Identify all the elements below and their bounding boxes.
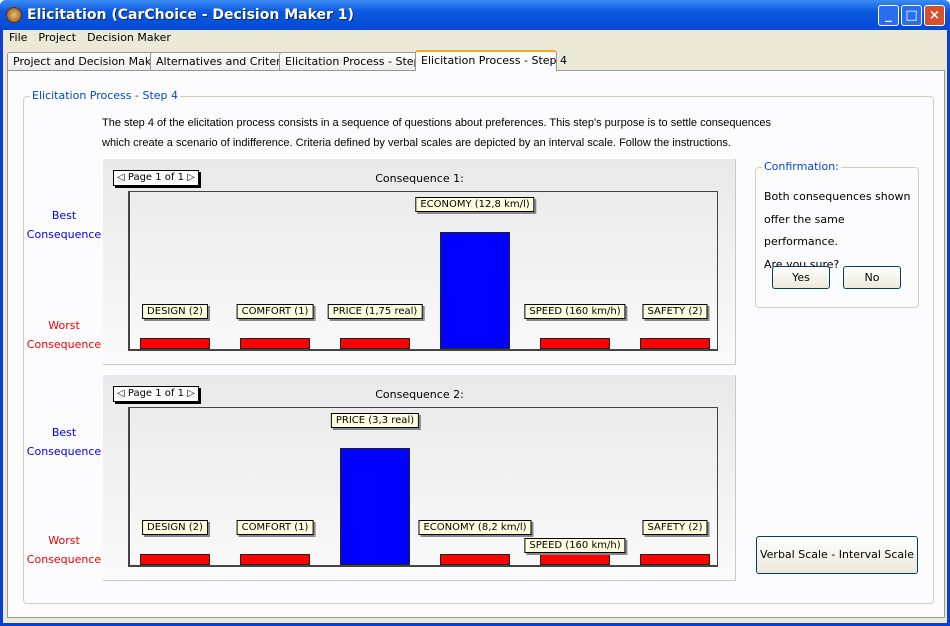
menu-project[interactable]: Project (32, 30, 81, 44)
best-label-1: Best Consequence (26, 209, 102, 241)
menu-file[interactable]: File (3, 30, 32, 44)
menu-bar: File Project Decision Maker (3, 30, 947, 48)
bar-label: SAFETY (2) (642, 304, 708, 319)
tab-elicitation-step-2[interactable]: Elicitation Process - Step 2 (279, 52, 438, 71)
bar-2 (340, 448, 410, 565)
yes-button[interactable]: Yes (772, 266, 830, 289)
bar-label: COMFORT (1) (236, 304, 314, 319)
intro-line: which create a scenario of indifference.… (102, 137, 731, 149)
window: Elicitation (CarChoice - Decision Maker … (0, 0, 950, 626)
bar-label: ECONOMY (12,8 km/l) (415, 197, 535, 212)
bar-label: DESIGN (2) (142, 520, 208, 535)
bar-label: SPEED (160 km/h) (524, 538, 626, 553)
bar-label: SAFETY (2) (642, 520, 708, 535)
chart-title: Consequence 1: (375, 172, 464, 185)
maximize-button[interactable]: □ (901, 5, 922, 26)
bar-2 (340, 338, 410, 349)
bar-3 (440, 554, 510, 565)
bar-3 (440, 232, 510, 349)
worst-label-1: Worst Consequence (26, 319, 102, 351)
bar-label: SPEED (160 km/h) (524, 304, 626, 319)
worst-label-2: Worst Consequence (26, 534, 102, 566)
consequence-2-chart: ◁ Page 1 of 1 ▷ Consequence 2: DESIGN (2… (103, 375, 736, 581)
bar-1 (240, 338, 310, 349)
tab-content: Elicitation Process - Step 4 The step 4 … (7, 70, 945, 618)
intro-text: The step 4 of the elicitation process co… (102, 113, 771, 153)
plot-area: DESIGN (2) COMFORT (1) PRICE (3,3 real) ECO… (128, 407, 718, 567)
confirmation-title: Confirmation: (762, 160, 841, 173)
confirmation-text: Both consequences shown offer the same pe… (764, 190, 911, 271)
bar-label: DESIGN (2) (142, 304, 208, 319)
title-bar: Elicitation (CarChoice - Decision Maker … (0, 0, 950, 30)
bar-label: PRICE (3,3 real) (330, 413, 420, 428)
confirmation-group: Confirmation: Both consequences shown off… (755, 160, 919, 308)
group-title: Elicitation Process - Step 4 (30, 89, 181, 102)
bar-label: COMFORT (1) (236, 520, 314, 535)
app-icon (6, 7, 22, 23)
consequence-1-chart: ◁ Page 1 of 1 ▷ Consequence 1: DESIGN (2… (103, 159, 736, 365)
bar-1 (240, 554, 310, 565)
intro-line: The step 4 of the elicitation process co… (102, 117, 772, 129)
best-label-2: Best Consequence (26, 426, 102, 458)
bar-label: ECONOMY (8,2 km/l) (418, 520, 532, 535)
tab-project-decision-maker[interactable]: Project and Decision Maker (7, 52, 169, 71)
menu-decision-maker[interactable]: Decision Maker (81, 30, 176, 44)
bar-label: PRICE (1,75 real) (327, 304, 423, 319)
no-button[interactable]: No (843, 266, 901, 289)
minimize-button[interactable]: _ (878, 5, 899, 26)
bar-0 (140, 554, 210, 565)
tab-elicitation-step-4[interactable]: Elicitation Process - Step 4 (415, 50, 567, 71)
bar-0 (140, 338, 210, 349)
tab-alternatives-criteria[interactable]: Alternatives and Criteria (150, 52, 297, 71)
bar-4 (540, 338, 610, 349)
bar-5 (640, 554, 710, 565)
plot-area: DESIGN (2) COMFORT (1) PRICE (1,75 real) EC… (128, 191, 718, 351)
verbal-interval-scale-button[interactable]: Verbal Scale - Interval Scale (756, 536, 918, 574)
window-title: Elicitation (CarChoice - Decision Maker … (27, 7, 354, 23)
chart-title: Consequence 2: (375, 388, 464, 401)
close-button[interactable]: × (924, 5, 945, 26)
bar-5 (640, 338, 710, 349)
bar-4 (540, 554, 610, 565)
